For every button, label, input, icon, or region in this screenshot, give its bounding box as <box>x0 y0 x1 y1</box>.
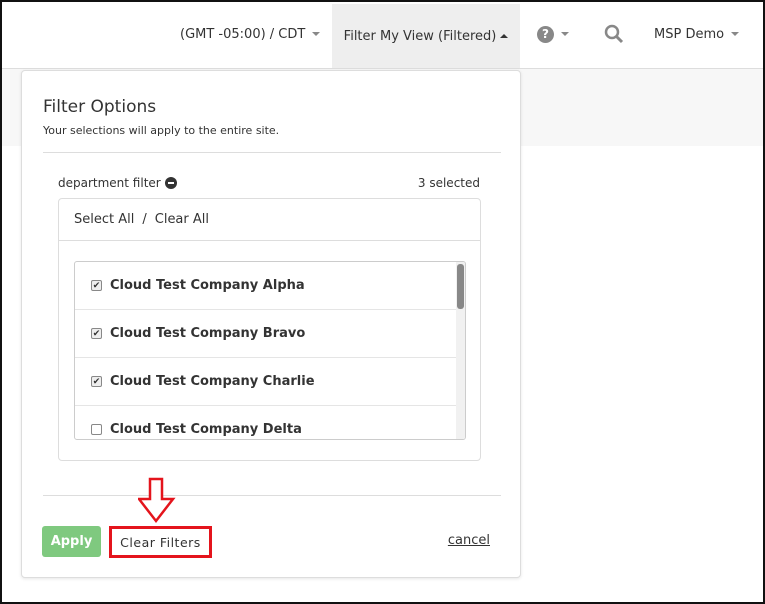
item-label: Cloud Test Company Bravo <box>110 326 306 341</box>
scrollbar[interactable] <box>456 262 465 439</box>
checkbox-checked[interactable]: ✔ <box>91 280 102 291</box>
list-item[interactable]: ✔ Cloud Test Company Charlie <box>75 358 465 406</box>
minus-circle-icon[interactable] <box>164 177 177 189</box>
caret-up-icon <box>500 34 509 38</box>
separator: / <box>142 212 147 227</box>
selected-count: 3 selected <box>417 176 480 190</box>
filter-options-panel: Filter Options Your selections will appl… <box>21 70 521 578</box>
help-dropdown[interactable]: ? <box>537 0 569 68</box>
department-list: ✔ Cloud Test Company Alpha ✔ Cloud Test Co… <box>74 261 466 440</box>
panel-title: Filter Options <box>43 97 157 117</box>
search-icon <box>604 24 624 44</box>
checkbox-unchecked[interactable] <box>91 424 102 435</box>
panel-subtitle: Your selections will apply to the entire… <box>43 124 280 137</box>
scrollbar-thumb[interactable] <box>457 264 464 309</box>
list-item[interactable]: ✔ Cloud Test Company Bravo <box>75 310 465 358</box>
list-item[interactable]: Cloud Test Company Delta <box>75 406 465 439</box>
filter-my-view-dropdown[interactable]: Filter My View (Filtered) <box>332 4 520 68</box>
annotation-arrow-down-icon <box>138 477 176 524</box>
search-button[interactable] <box>604 0 624 68</box>
list-item[interactable]: ✔ Cloud Test Company Alpha <box>75 262 465 310</box>
user-menu[interactable]: MSP Demo <box>654 0 740 68</box>
checkbox-checked[interactable]: ✔ <box>91 328 102 339</box>
clear-filters-button[interactable]: Clear Filters <box>109 526 212 558</box>
divider <box>43 495 501 496</box>
filter-view-label: Filter My View (Filtered) <box>343 28 497 44</box>
user-label: MSP Demo <box>654 26 725 42</box>
clear-all-link[interactable]: Clear All <box>155 212 209 227</box>
item-label: Cloud Test Company Alpha <box>110 278 305 293</box>
item-label: Cloud Test Company Delta <box>110 422 302 437</box>
caret-down-icon <box>561 32 569 36</box>
divider <box>59 240 480 241</box>
department-filter-box: Select All / Clear All ✔ Cloud Test Company… <box>58 198 481 461</box>
timezone-dropdown[interactable]: (GMT -05:00) / CDT <box>180 0 321 68</box>
select-all-link[interactable]: Select All <box>74 212 134 227</box>
department-filter-label: department filter <box>58 176 161 190</box>
department-filter-header: department filter <box>58 176 177 190</box>
apply-button[interactable]: Apply <box>42 526 101 557</box>
divider <box>43 152 501 153</box>
question-circle-icon: ? <box>537 25 554 43</box>
timezone-label: (GMT -05:00) / CDT <box>180 26 306 42</box>
caret-down-icon <box>312 32 321 36</box>
item-label: Cloud Test Company Charlie <box>110 374 315 389</box>
cancel-link[interactable]: cancel <box>448 533 490 548</box>
caret-down-icon <box>731 32 740 36</box>
top-nav: (GMT -05:00) / CDT Filter My View (Filte… <box>0 0 765 69</box>
checkbox-checked[interactable]: ✔ <box>91 376 102 387</box>
